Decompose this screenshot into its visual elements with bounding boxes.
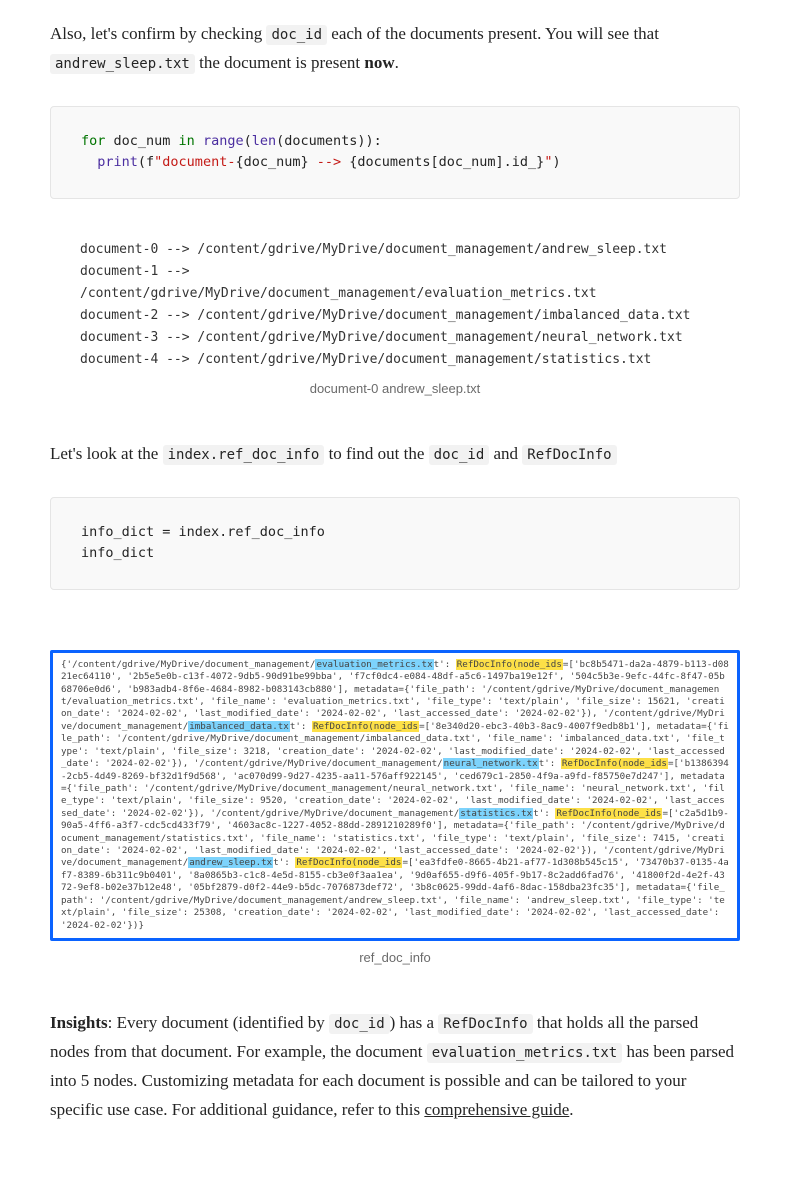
code-doc-id: doc_id	[266, 25, 327, 45]
paragraph-2: Let's look at the index.ref_doc_info to …	[50, 440, 740, 469]
paragraph-1: Also, let's confirm by checking doc_id e…	[50, 20, 740, 78]
paragraph-3: Insights: Every document (identified by …	[50, 1009, 740, 1125]
comprehensive-guide-link[interactable]: comprehensive guide	[424, 1100, 569, 1119]
code-block-1: for doc_num in range(len(documents)): pr…	[50, 106, 740, 199]
code-andrew-file: andrew_sleep.txt	[50, 54, 195, 74]
output-block-1: document-0 --> /content/gdrive/MyDrive/d…	[50, 239, 740, 372]
caption-1: document-0 andrew_sleep.txt	[50, 378, 740, 400]
ref-doc-info-output: {'/content/gdrive/MyDrive/document_manag…	[50, 650, 740, 941]
caption-2: ref_doc_info	[50, 947, 740, 969]
code-block-2: info_dict = index.ref_doc_info info_dict	[50, 497, 740, 590]
